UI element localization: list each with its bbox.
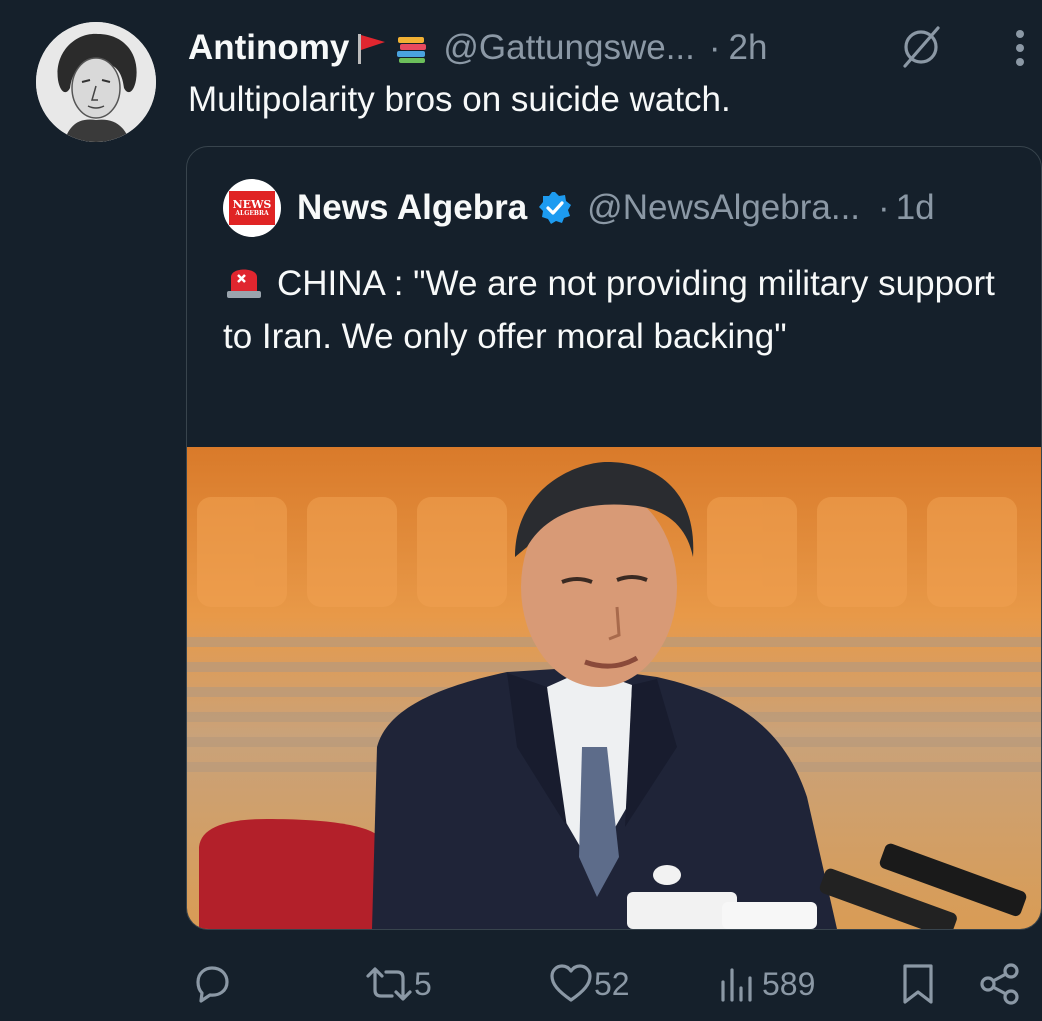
author-avatar[interactable] <box>36 22 156 142</box>
tweet-text: Multipolarity bros on suicide watch. <box>188 80 731 119</box>
reply-icon <box>196 966 229 1003</box>
quoted-tweet[interactable]: NEWS ALGEBRA News Algebra @NewsAlgebra..… <box>186 146 1042 930</box>
like-icon <box>550 964 592 1002</box>
tweet-time[interactable]: 2h <box>729 28 768 68</box>
share-icon <box>980 963 1019 1005</box>
quoted-time[interactable]: 1d <box>896 188 935 228</box>
verified-badge-icon <box>539 192 572 224</box>
tweet-actions: 5 52 589 <box>0 950 1042 1020</box>
views-icon <box>721 968 752 1002</box>
quoted-header: NEWS ALGEBRA News Algebra @NewsAlgebra..… <box>223 179 935 237</box>
views-button[interactable]: 589 <box>718 962 815 1006</box>
logo-text-algebra: ALGEBRA <box>235 209 269 217</box>
siren-emoji <box>227 269 261 298</box>
retweet-count: 5 <box>414 965 432 1002</box>
separator-dot: · <box>878 188 890 227</box>
retweet-button[interactable]: 5 <box>364 962 432 1006</box>
like-button[interactable]: 52 <box>548 962 630 1006</box>
quoted-avatar-logo: NEWS ALGEBRA <box>229 191 275 225</box>
bookmark-button[interactable] <box>898 962 938 1006</box>
bookmark-icon <box>903 964 933 1004</box>
quoted-author-name[interactable]: News Algebra <box>297 188 527 228</box>
retweet-icon <box>366 967 412 1001</box>
logo-text-news: NEWS <box>232 197 272 211</box>
tweet-header: Antinomy @Gattungswe... · 2h <box>188 24 767 72</box>
quoted-text-block: CHINA : "We are not providing military s… <box>223 257 1013 363</box>
author-handle[interactable]: @Gattungswe... <box>443 28 694 68</box>
views-count: 589 <box>762 965 816 1002</box>
red-flag-emoji <box>358 34 386 64</box>
like-count: 52 <box>594 965 630 1002</box>
grok-icon[interactable] <box>898 24 944 70</box>
separator-dot: · <box>708 28 721 67</box>
quoted-text: CHINA : "We are not providing military s… <box>223 264 995 356</box>
books-emoji <box>397 37 427 63</box>
quoted-image[interactable] <box>187 447 1041 929</box>
quoted-author-handle[interactable]: @NewsAlgebra... <box>587 188 860 228</box>
more-icon[interactable] <box>1008 26 1032 70</box>
quoted-avatar[interactable]: NEWS ALGEBRA <box>223 179 281 237</box>
reply-button[interactable] <box>190 962 234 1006</box>
author-name[interactable]: Antinomy <box>188 28 349 68</box>
share-button[interactable] <box>978 962 1022 1006</box>
